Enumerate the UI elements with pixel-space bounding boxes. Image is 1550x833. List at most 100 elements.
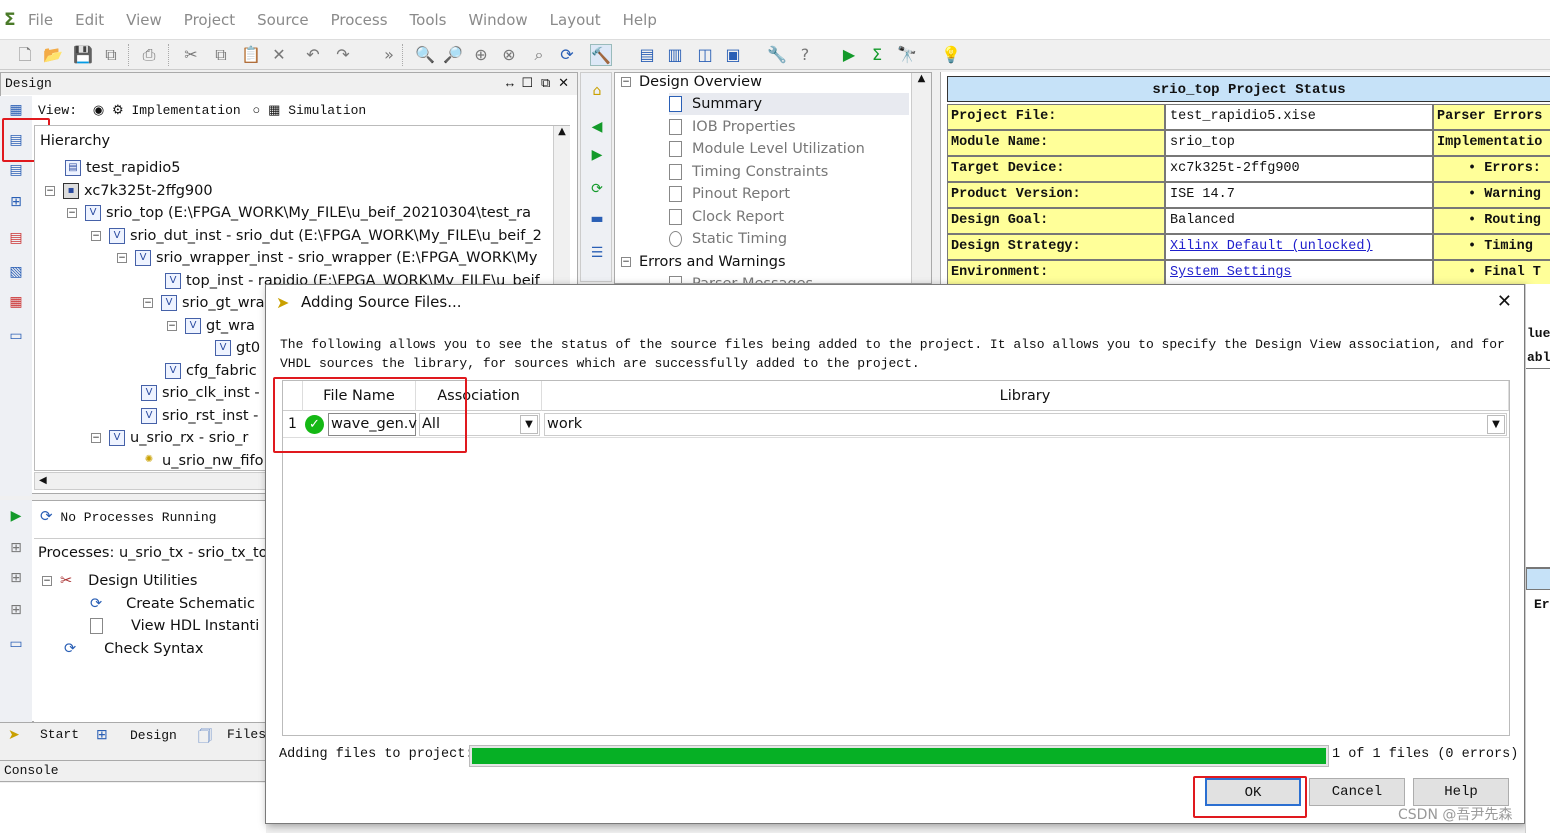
wrench-icon[interactable]: 🔧 bbox=[766, 44, 788, 66]
design-tool-icon[interactable]: 🔨 bbox=[590, 44, 612, 66]
zoom-full-icon[interactable]: ⊗ bbox=[498, 44, 520, 66]
overview-scrollbar[interactable]: ▲ bbox=[911, 73, 931, 283]
copy-icon[interactable]: ⧉ bbox=[210, 44, 232, 66]
cancel-button[interactable]: Cancel bbox=[1309, 778, 1405, 806]
tree-item-srio-rst[interactable]: Vsrio_rst_inst - bbox=[141, 405, 258, 427]
collapse-icon[interactable]: − bbox=[621, 257, 631, 267]
chevron-down-icon[interactable]: ▼ bbox=[520, 415, 538, 434]
library-select[interactable]: work ▼ bbox=[544, 413, 1507, 436]
cut-icon[interactable]: ✂ bbox=[180, 44, 202, 66]
tab-start[interactable]: Start bbox=[40, 727, 79, 742]
tree-item-project[interactable]: ▤ test_rapidio5 bbox=[65, 157, 181, 179]
zoom-in-icon[interactable]: 🔍 bbox=[414, 44, 436, 66]
delete-icon[interactable]: ✕ bbox=[268, 44, 290, 66]
close-icon[interactable]: ✕ bbox=[1497, 291, 1512, 312]
help-pointer-icon[interactable]: ? bbox=[794, 44, 816, 66]
overview-parser-messages[interactable]: Parser Messages bbox=[669, 273, 813, 283]
more-icon[interactable]: » bbox=[378, 44, 400, 66]
status-value[interactable]: Xilinx Default (unlocked) bbox=[1165, 234, 1433, 260]
zoom-fit-icon[interactable]: ⊕ bbox=[470, 44, 492, 66]
overview-root[interactable]: − Design Overview bbox=[621, 73, 762, 93]
tree-item-nw-fifo[interactable]: ✺ u_srio_nw_fifo bbox=[141, 450, 264, 470]
undo-icon[interactable]: ↶ bbox=[302, 44, 324, 66]
tile-horizontal-icon[interactable]: ▥ bbox=[664, 44, 686, 66]
overview-static-timing[interactable]: Static Timing bbox=[669, 228, 787, 250]
collapse-icon[interactable]: − bbox=[621, 77, 631, 87]
panel-window-controls-icon[interactable]: ↔ ☐ ⧉ ✕ bbox=[506, 73, 569, 95]
tree-item-gt-wrap[interactable]: − Vgt_wra bbox=[167, 315, 255, 337]
collapse-icon[interactable]: − bbox=[117, 253, 127, 263]
menu-help[interactable]: Help bbox=[623, 11, 657, 29]
implementation-radio[interactable]: ◉ bbox=[93, 103, 104, 118]
menu-edit[interactable]: Edit bbox=[75, 11, 104, 29]
print-icon[interactable]: ⎙ bbox=[138, 44, 160, 66]
tree-item-srio-dut[interactable]: − Vsrio_dut_inst - srio_dut (E:\FPGA_WORK… bbox=[91, 225, 542, 247]
properties-icon[interactable]: ▧ bbox=[6, 264, 26, 284]
menu-process[interactable]: Process bbox=[331, 11, 388, 29]
paste-icon[interactable]: 📋 bbox=[240, 44, 262, 66]
open-folder-icon[interactable]: 📂 bbox=[42, 44, 64, 66]
back-icon[interactable]: ◀ bbox=[587, 119, 607, 139]
tree-item-srio-wrapper[interactable]: − Vsrio_wrapper_inst - srio_wrapper (E:\F… bbox=[117, 247, 537, 269]
cascade-icon[interactable]: ▤ bbox=[636, 44, 658, 66]
collapse-icon[interactable]: − bbox=[67, 208, 77, 218]
zoom-select-icon[interactable]: ⌕ bbox=[528, 44, 550, 66]
redo-icon[interactable]: ↷ bbox=[332, 44, 354, 66]
tab-design[interactable]: Design bbox=[130, 728, 177, 743]
tree-item-srio-clk[interactable]: Vsrio_clk_inst - bbox=[141, 382, 260, 404]
simulation-radio[interactable]: ○ bbox=[252, 103, 260, 118]
process-design-utilities[interactable]: − ✂ Design Utilities bbox=[42, 570, 197, 592]
tree-item-gt0[interactable]: Vgt0 bbox=[215, 337, 260, 359]
chevron-down-icon[interactable]: ▼ bbox=[1487, 415, 1505, 434]
report-list-icon[interactable]: ☰ bbox=[587, 245, 607, 265]
collapse-icon[interactable]: − bbox=[42, 576, 52, 586]
menu-tools[interactable]: Tools bbox=[410, 11, 447, 29]
scroll-up-icon[interactable]: ▲ bbox=[918, 73, 926, 84]
window-layout-icon[interactable]: ▭ bbox=[6, 328, 26, 348]
overview-clock[interactable]: Clock Report bbox=[669, 206, 784, 228]
tree-item-srio-rx[interactable]: − Vu_srio_rx - srio_r bbox=[91, 427, 248, 449]
tree-item-srio-top[interactable]: − Vsrio_top (E:\FPGA_WORK\My_FILE\u_beif_… bbox=[67, 202, 531, 224]
forward-icon[interactable]: ▶ bbox=[587, 147, 607, 167]
process-expand-icon[interactable]: ⊞ bbox=[6, 570, 26, 590]
html-icon[interactable]: ▬ bbox=[587, 211, 607, 231]
new-file-icon[interactable]: 🗋 bbox=[14, 44, 36, 66]
menu-window[interactable]: Window bbox=[469, 11, 528, 29]
menu-project[interactable]: Project bbox=[184, 11, 235, 29]
process-check-syntax[interactable]: ⟳ Check Syntax bbox=[64, 638, 204, 660]
help-button[interactable]: Help bbox=[1413, 778, 1509, 806]
save-icon[interactable]: 💾 bbox=[72, 44, 94, 66]
scroll-up-icon[interactable]: ▲ bbox=[554, 126, 570, 137]
status-link[interactable]: Xilinx Default (unlocked) bbox=[1170, 239, 1373, 254]
run-icon[interactable]: ▶ bbox=[838, 44, 860, 66]
refresh-icon[interactable]: ⟳ bbox=[556, 44, 578, 66]
run-process-icon[interactable]: ▶ bbox=[6, 508, 26, 528]
check-icon[interactable]: ▦ bbox=[6, 294, 26, 314]
process-view-hdl[interactable]: View HDL Instanti bbox=[90, 615, 259, 637]
scroll-left-icon[interactable]: ◀ bbox=[39, 475, 47, 486]
collapse-icon[interactable]: − bbox=[167, 321, 177, 331]
zoom-out-icon[interactable]: 🔎 bbox=[442, 44, 464, 66]
process-create-schematic[interactable]: ⟳ Create Schematic bbox=[90, 593, 255, 615]
telescope-icon[interactable]: 🔭 bbox=[896, 44, 918, 66]
status-link[interactable]: System Settings bbox=[1170, 265, 1292, 280]
process-tree-icon[interactable]: ⊞ bbox=[6, 540, 26, 560]
lightbulb-icon[interactable]: 💡 bbox=[940, 44, 962, 66]
status-value[interactable]: System Settings bbox=[1165, 260, 1433, 286]
process-collapse-icon[interactable]: ⊞ bbox=[6, 602, 26, 622]
new-source-icon[interactable]: ▤ bbox=[6, 162, 26, 182]
save-all-icon[interactable]: ⧉ bbox=[100, 44, 122, 66]
refresh-report-icon[interactable]: ⟳ bbox=[587, 181, 607, 201]
menu-file[interactable]: File bbox=[28, 11, 53, 29]
sigma-icon[interactable]: Σ bbox=[866, 44, 888, 66]
tile-vertical-icon[interactable]: ◫ bbox=[694, 44, 716, 66]
menu-layout[interactable]: Layout bbox=[550, 11, 601, 29]
hierarchy-icon[interactable]: ⊞ bbox=[6, 194, 26, 214]
home-icon[interactable]: ⌂ bbox=[587, 83, 607, 103]
overview-timing-constraints[interactable]: Timing Constraints bbox=[669, 161, 828, 183]
collapse-icon[interactable]: − bbox=[91, 231, 101, 241]
collapse-icon[interactable]: − bbox=[143, 298, 153, 308]
tree-item-srio-gt[interactable]: − Vsrio_gt_wra bbox=[143, 292, 265, 314]
overview-errors[interactable]: − Errors and Warnings bbox=[621, 251, 786, 273]
overview-summary[interactable]: Summary bbox=[669, 93, 909, 115]
